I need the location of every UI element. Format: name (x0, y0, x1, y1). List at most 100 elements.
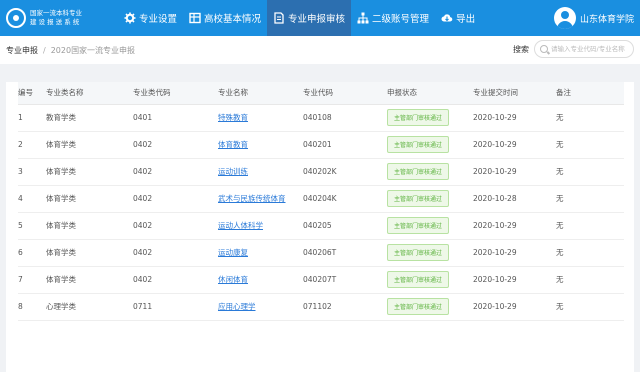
search-box[interactable] (534, 40, 634, 58)
category-name: 心理学类 (46, 293, 133, 321)
category-name: 体育学类 (46, 158, 133, 186)
status-cell: 主管部门审核通过 (387, 104, 473, 132)
category-code: 0711 (133, 293, 218, 321)
breadcrumb-item-current: 2020国家一流专业申报 (50, 45, 136, 55)
column-header: 专业名称 (218, 82, 303, 105)
column-header: 专业提交时间 (473, 82, 556, 105)
remark: 无 (556, 158, 624, 186)
table-row: 3 体育学类 0402 运动训练 040202K 主管部门审核通过 2020-10-29 无 (18, 158, 624, 186)
column-header: 备注 (556, 82, 624, 105)
status-cell: 主管部门审核通过 (387, 131, 473, 159)
document-icon (274, 12, 284, 24)
search-input[interactable] (551, 45, 633, 53)
column-header: 申报状态 (387, 82, 473, 105)
breadcrumb-bar: 专业申报 / 2020国家一流专业申报 搜索 (0, 36, 640, 64)
nav-label: 专业申报审核 (288, 14, 346, 25)
nav-item-major-settings[interactable]: 专业设置 (118, 0, 183, 36)
status-cell: 主管部门审核通过 (387, 185, 473, 213)
category-name: 体育学类 (46, 131, 133, 159)
nav-item-export[interactable]: 导出 (435, 0, 481, 36)
nav-item-university-info[interactable]: 高校基本情况 (183, 0, 267, 36)
major-table: 编号 专业类名称 专业类代码 专业名称 专业代码 申报状态 专业提交时间 备注 … (18, 82, 624, 321)
remark: 无 (556, 104, 624, 132)
submit-time: 2020-10-29 (473, 293, 556, 321)
major-name-link[interactable]: 应用心理学 (218, 293, 303, 321)
status-badge: 主管部门审核通过 (387, 271, 450, 288)
column-header: 专业代码 (303, 82, 387, 105)
table-row: 1 教育学类 0401 特殊教育 040108 主管部门审核通过 2020-10-29 无 (18, 104, 624, 132)
logo-icon (6, 8, 26, 28)
row-number: 3 (18, 158, 46, 186)
major-name-link[interactable]: 运动康复 (218, 239, 303, 267)
major-code: 040201 (303, 131, 387, 159)
submit-time: 2020-10-29 (473, 158, 556, 186)
remark: 无 (556, 131, 624, 159)
row-number: 4 (18, 185, 46, 213)
user-menu[interactable]: 山东体育学院 (553, 0, 640, 36)
row-number: 1 (18, 104, 46, 132)
major-name-link[interactable]: 运动训练 (218, 158, 303, 186)
status-badge: 主管部门审核通过 (387, 298, 450, 315)
nav-item-major-review[interactable]: 专业申报审核 (267, 0, 352, 36)
table-row: 2 体育学类 0402 体育教育 040201 主管部门审核通过 2020-10-29 无 (18, 131, 624, 159)
nav-label: 导出 (456, 14, 476, 25)
search-label: 搜索 (513, 44, 529, 54)
status-badge: 主管部门审核通过 (387, 109, 450, 126)
major-name-link[interactable]: 特殊教育 (218, 104, 303, 132)
main-nav: 专业设置 高校基本情况 专业申报审核 二级账号管理 导出 (118, 0, 481, 36)
major-code: 040207T (303, 266, 387, 294)
submit-time: 2020-10-29 (473, 212, 556, 240)
nav-label: 高校基本情况 (204, 14, 262, 25)
submit-time: 2020-10-29 (473, 131, 556, 159)
status-badge: 主管部门审核通过 (387, 136, 450, 153)
status-badge: 主管部门审核通过 (387, 190, 450, 207)
submit-time: 2020-10-29 (473, 239, 556, 267)
category-code: 0401 (133, 104, 218, 132)
breadcrumb-separator: / (43, 45, 46, 55)
submit-time: 2020-10-29 (473, 266, 556, 294)
table-row: 8 心理学类 0711 应用心理学 071102 主管部门审核通过 2020-10-29 无 (18, 293, 624, 321)
status-badge: 主管部门审核通过 (387, 244, 450, 261)
app-logo[interactable]: 国家一流本科专业 建 设 报 送 系 统 (0, 8, 118, 28)
category-name: 体育学类 (46, 185, 133, 213)
remark: 无 (556, 239, 624, 267)
category-code: 0402 (133, 185, 218, 213)
category-code: 0402 (133, 131, 218, 159)
search-icon[interactable] (540, 45, 548, 53)
category-code: 0402 (133, 212, 218, 240)
breadcrumb-item-major-apply[interactable]: 专业申报 (6, 45, 38, 56)
table-row: 5 体育学类 0402 运动人体科学 040205 主管部门审核通过 2020-10-29 无 (18, 212, 624, 240)
major-name-link[interactable]: 运动人体科学 (218, 212, 303, 240)
cloud-download-icon (441, 14, 453, 22)
remark: 无 (556, 266, 624, 294)
major-code: 040108 (303, 104, 387, 132)
category-name: 体育学类 (46, 266, 133, 294)
category-code: 0402 (133, 158, 218, 186)
nav-item-sub-account[interactable]: 二级账号管理 (351, 0, 435, 36)
search-area: 搜索 (513, 40, 634, 58)
status-cell: 主管部门审核通过 (387, 239, 473, 267)
avatar-icon[interactable] (553, 7, 576, 29)
table-header-row: 编号 专业类名称 专业类代码 专业名称 专业代码 申报状态 专业提交时间 备注 (18, 82, 624, 105)
logo-title-line2: 建 设 报 送 系 统 (30, 18, 80, 26)
table-body: 1 教育学类 0401 特殊教育 040108 主管部门审核通过 2020-10-29 无 2 体… (18, 104, 624, 321)
row-number: 5 (18, 212, 46, 240)
column-header: 专业类名称 (46, 82, 133, 105)
row-number: 8 (18, 293, 46, 321)
status-cell: 主管部门审核通过 (387, 158, 473, 186)
row-number: 7 (18, 266, 46, 294)
major-name-link[interactable]: 武术与民族传统体育 (218, 185, 303, 213)
table-icon (189, 12, 201, 24)
category-name: 教育学类 (46, 104, 133, 132)
major-name-link[interactable]: 休闲体育 (218, 266, 303, 294)
major-code: 040205 (303, 212, 387, 240)
table-row: 4 体育学类 0402 武术与民族传统体育 040204K 主管部门审核通过 2020-10… (18, 185, 624, 213)
submit-time: 2020-10-28 (473, 185, 556, 213)
category-code: 0402 (133, 266, 218, 294)
row-number: 6 (18, 239, 46, 267)
remark: 无 (556, 212, 624, 240)
user-name: 山东体育学院 (579, 14, 634, 25)
major-name-link[interactable]: 体育教育 (218, 131, 303, 159)
org-chart-icon (357, 12, 369, 24)
category-code: 0402 (133, 239, 218, 267)
